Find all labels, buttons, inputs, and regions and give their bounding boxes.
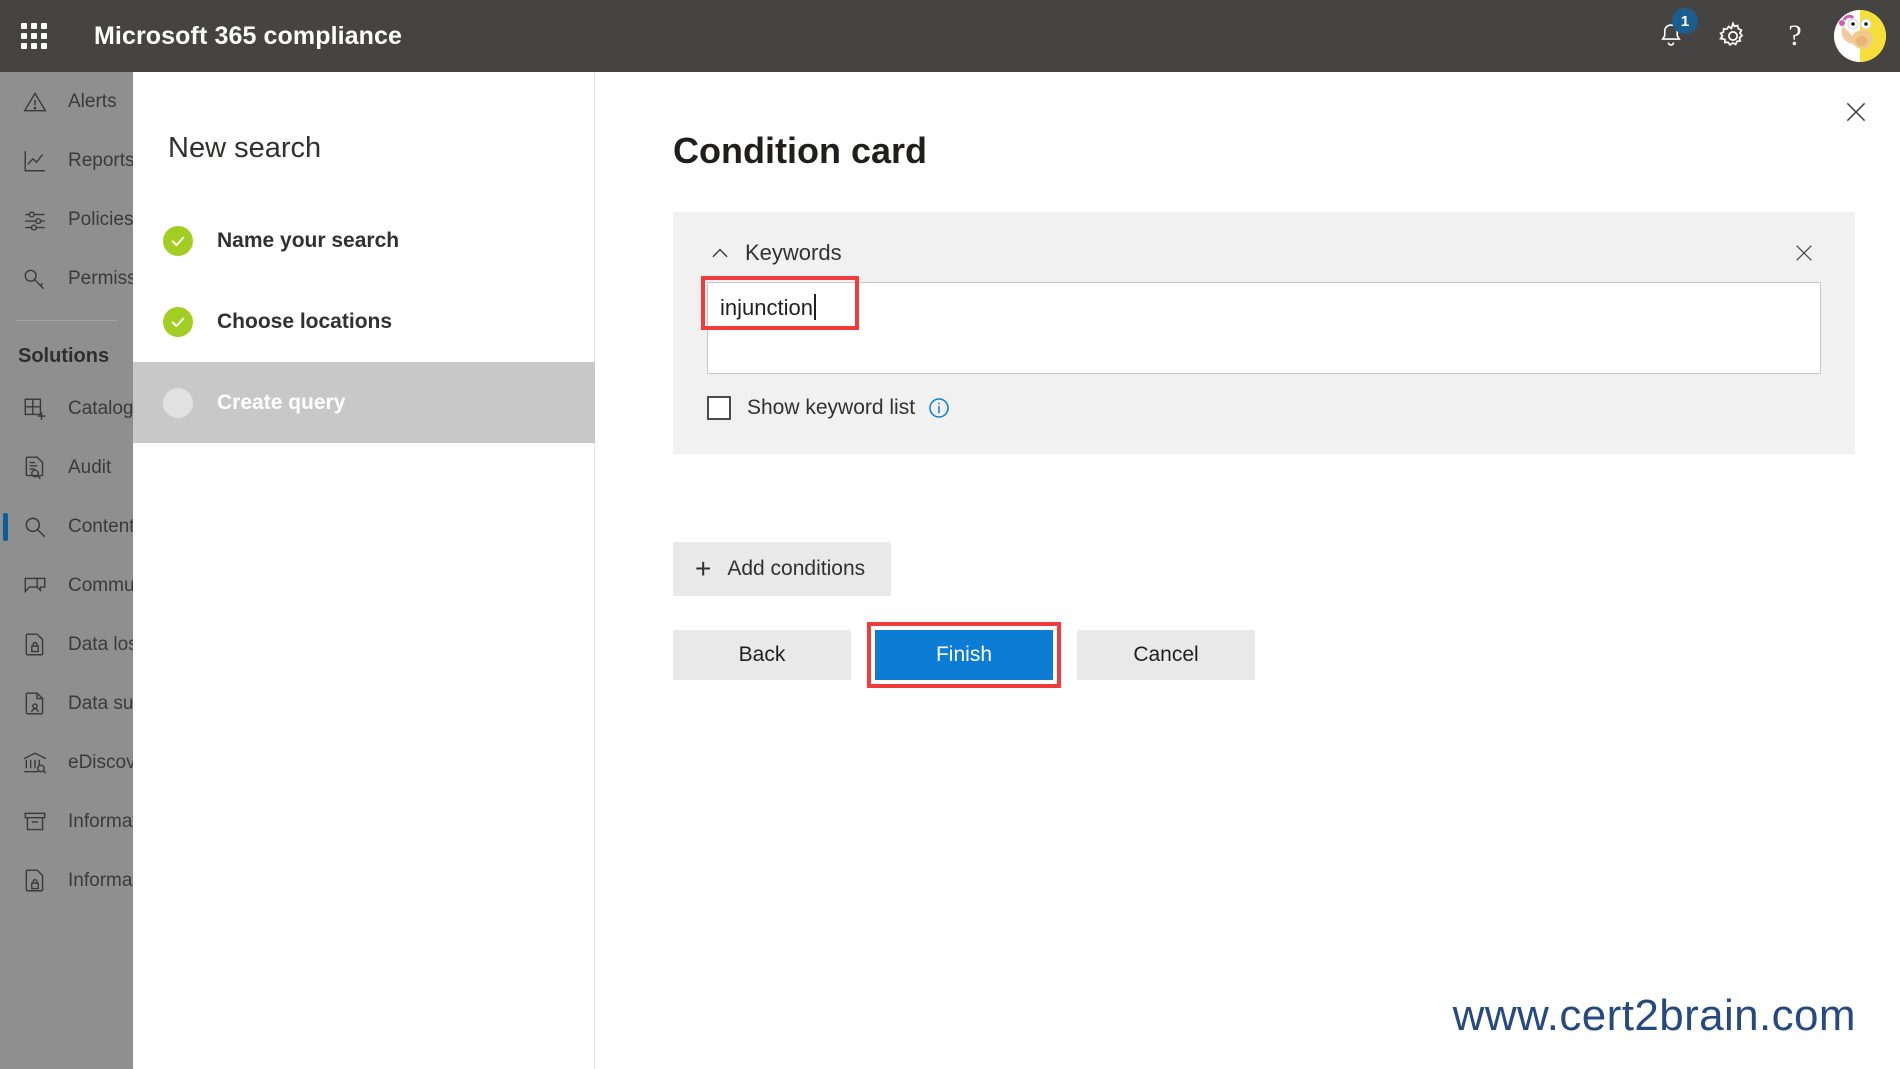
finish-button[interactable]: Finish — [875, 630, 1053, 680]
keywords-input-value: injunction — [720, 293, 816, 323]
nav-group-label: Solutions — [0, 333, 133, 379]
nav-item-information-protection[interactable]: Information protection — [0, 851, 133, 910]
keywords-label: Keywords — [745, 240, 842, 266]
nav-item-alerts[interactable]: Alerts — [0, 72, 133, 131]
suite-bar: Microsoft 365 compliance 1 ? — [0, 0, 1900, 72]
wizard-rail: New search Name your search Choose locat… — [133, 72, 595, 1069]
nav-label: Communication compliance — [68, 575, 133, 597]
nav-item-permissions[interactable]: Permissions — [0, 249, 133, 308]
nav-label: Policies — [68, 209, 133, 231]
step-current-icon — [163, 388, 193, 418]
wizard-step-create-query[interactable]: Create query — [133, 362, 595, 443]
help-button[interactable]: ? — [1764, 0, 1826, 72]
avatar[interactable] — [1834, 10, 1886, 62]
nav-item-catalog[interactable]: Catalog — [0, 379, 133, 438]
step-complete-icon — [163, 226, 193, 256]
nav-item-data-subject-requests[interactable]: Data subject requests — [0, 674, 133, 733]
document-search-icon — [18, 451, 52, 485]
show-keyword-list-checkbox[interactable] — [707, 396, 731, 420]
nav-item-reports[interactable]: Reports — [0, 131, 133, 190]
document-person-icon — [18, 687, 52, 721]
document-shield-icon — [18, 864, 52, 898]
nav-item-information-governance[interactable]: Information governance — [0, 792, 133, 851]
app-launcher-icon[interactable] — [10, 12, 58, 60]
nav-label: Data subject requests — [68, 693, 133, 715]
condition-card-pane: Condition card Keywords injunction — [595, 72, 1900, 1069]
nav-divider — [16, 320, 117, 321]
suite-title: Microsoft 365 compliance — [94, 22, 402, 51]
nav-item-policies[interactable]: Policies — [0, 190, 133, 249]
step-complete-icon — [163, 307, 193, 337]
line-chart-icon — [18, 144, 52, 178]
nav-label: Content search — [68, 516, 133, 538]
grid-plus-icon — [18, 392, 52, 426]
page-title: Condition card — [673, 130, 927, 172]
bank-search-icon — [18, 746, 52, 780]
wizard-step-choose-locations[interactable]: Choose locations — [133, 281, 595, 362]
add-conditions-label: Add conditions — [727, 557, 865, 581]
keywords-input-text: injunction — [720, 295, 813, 320]
back-button[interactable]: Back — [673, 630, 851, 680]
wizard-title: New search — [168, 132, 321, 165]
nav-item-content-search[interactable]: Content search — [0, 497, 133, 556]
sliders-icon — [18, 203, 52, 237]
keywords-condition-card: Keywords injunction Show keyword list — [673, 212, 1855, 454]
nav-label: Audit — [68, 457, 111, 479]
new-search-modal: New search Name your search Choose locat… — [133, 72, 1900, 1069]
show-keyword-list-row: Show keyword list — [707, 396, 1821, 420]
nav-item-data-loss-prevention[interactable]: Data loss prevention — [0, 615, 133, 674]
step-label: Choose locations — [217, 310, 392, 334]
info-icon[interactable] — [927, 396, 951, 420]
close-icon[interactable] — [1834, 90, 1878, 134]
annotation-finish-highlight: Finish — [867, 622, 1061, 688]
wizard-step-name-your-search[interactable]: Name your search — [133, 200, 595, 281]
step-label: Create query — [217, 391, 345, 415]
nav-label: Data loss prevention — [68, 634, 133, 656]
nav-label: Permissions — [68, 268, 133, 290]
suite-bar-actions: 1 ? — [1640, 0, 1900, 72]
nav-label: Alerts — [68, 91, 117, 113]
nav-item-ediscovery[interactable]: eDiscovery — [0, 733, 133, 792]
cancel-button[interactable]: Cancel — [1077, 630, 1255, 680]
keywords-input[interactable] — [707, 282, 1821, 374]
keywords-input-wrapper: injunction — [707, 282, 1821, 374]
help-icon: ? — [1788, 21, 1801, 51]
watermark: www.cert2brain.com — [1453, 991, 1856, 1041]
nav-item-audit[interactable]: Audit — [0, 438, 133, 497]
chat-icon — [18, 569, 52, 603]
nav-item-communication-compliance[interactable]: Communication compliance — [0, 556, 133, 615]
nav-label: Information governance — [68, 811, 133, 833]
add-conditions-button[interactable]: + Add conditions — [673, 542, 891, 596]
archive-icon — [18, 805, 52, 839]
nav-label: Information protection — [68, 870, 133, 892]
plus-icon: + — [695, 555, 711, 583]
wizard-action-buttons: Back Finish Cancel — [673, 622, 1255, 688]
nav-label: Reports — [68, 150, 133, 172]
document-lock-icon — [18, 628, 52, 662]
remove-condition-icon[interactable] — [1787, 236, 1821, 270]
step-label: Name your search — [217, 229, 399, 253]
wizard-steps: Name your search Choose locations Create… — [133, 200, 595, 443]
settings-button[interactable] — [1702, 0, 1764, 72]
show-keyword-list-label: Show keyword list — [747, 396, 915, 420]
alert-triangle-icon — [18, 85, 52, 119]
left-navigation: Alerts Reports Policies Permissions — [0, 72, 133, 1069]
nav-label: Catalog — [68, 398, 133, 420]
nav-label: eDiscovery — [68, 752, 133, 774]
notifications-button[interactable]: 1 — [1640, 0, 1702, 72]
notifications-badge: 1 — [1672, 8, 1698, 34]
keywords-condition-header: Keywords — [707, 236, 1821, 270]
key-icon — [18, 262, 52, 296]
text-caret — [814, 294, 816, 320]
magnifier-icon — [18, 510, 52, 544]
chevron-up-icon[interactable] — [707, 240, 733, 266]
